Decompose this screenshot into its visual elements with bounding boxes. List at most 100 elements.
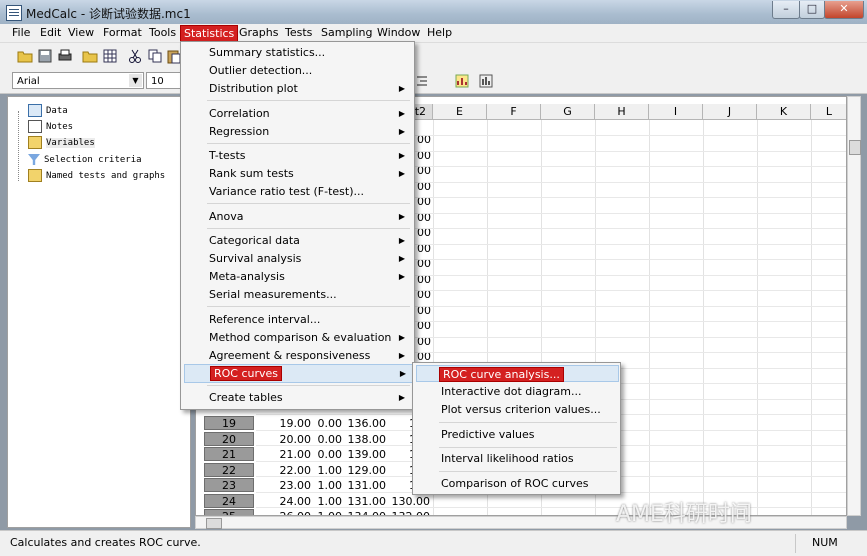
menu-item-rank-sum-tests[interactable]: Rank sum tests ▶ bbox=[184, 165, 411, 182]
menu-item-meta-analysis[interactable]: Meta-analysis ▶ bbox=[184, 268, 411, 285]
scroll-thumb[interactable] bbox=[206, 518, 222, 529]
menu-format[interactable]: Format bbox=[100, 25, 145, 41]
row-header[interactable]: 22 bbox=[204, 462, 254, 477]
open-file-icon[interactable] bbox=[82, 48, 98, 64]
vertical-scrollbar[interactable] bbox=[847, 96, 861, 516]
save-icon[interactable] bbox=[37, 48, 53, 64]
row-header[interactable]: 24 bbox=[204, 493, 254, 508]
table-cell[interactable]: 134.00 bbox=[342, 509, 387, 515]
tree-item-variables[interactable]: Variables bbox=[28, 136, 95, 150]
column-header[interactable]: F bbox=[487, 104, 541, 120]
menu-edit[interactable]: Edit bbox=[37, 25, 64, 41]
menu-item-t-tests[interactable]: T-tests ▶ bbox=[184, 147, 411, 164]
menu-tools[interactable]: Tools bbox=[146, 25, 179, 41]
table-cell[interactable]: 0.00 bbox=[311, 432, 343, 447]
table-cell[interactable]: 1.00 bbox=[311, 478, 343, 493]
row-header[interactable]: 21 bbox=[204, 447, 254, 461]
tree-item-data[interactable]: Data bbox=[28, 104, 68, 118]
tree-item-selection-criteria[interactable]: Selection criteria bbox=[28, 153, 142, 167]
column-header[interactable]: G bbox=[541, 104, 595, 120]
print-icon[interactable] bbox=[57, 48, 73, 64]
table-cell[interactable]: 131.00 bbox=[342, 494, 387, 509]
open-folder-icon[interactable] bbox=[17, 48, 33, 64]
table-cell[interactable]: 19.00 bbox=[261, 416, 312, 431]
standard-toolbar bbox=[0, 43, 867, 70]
table-cell[interactable]: 131.00 bbox=[342, 478, 387, 493]
menu-help[interactable]: Help bbox=[424, 25, 455, 41]
bar-chart-icon[interactable] bbox=[478, 73, 494, 89]
menu-item-categorical-data[interactable]: Categorical data ▶ bbox=[184, 232, 411, 249]
menu-item-outlier-detection[interactable]: Outlier detection... bbox=[184, 62, 411, 79]
menu-item-agreement[interactable]: Agreement & responsiveness ▶ bbox=[184, 347, 411, 364]
menu-item-predictive-values[interactable]: Predictive values bbox=[416, 426, 617, 443]
copy-icon[interactable] bbox=[147, 48, 163, 64]
menu-item-correlation[interactable]: Correlation ▶ bbox=[184, 105, 411, 122]
table-cell[interactable]: 1.00 bbox=[311, 463, 343, 478]
menu-graphs[interactable]: Graphs bbox=[236, 25, 281, 41]
table-cell[interactable]: 1.00 bbox=[311, 494, 343, 509]
menu-tests[interactable]: Tests bbox=[282, 25, 315, 41]
row-header[interactable]: 23 bbox=[204, 478, 254, 492]
table-cell[interactable]: 132.00 bbox=[386, 509, 431, 515]
column-header[interactable]: I bbox=[649, 104, 703, 120]
status-message: Calculates and creates ROC curve. bbox=[10, 536, 201, 549]
submenu-arrow-icon: ▶ bbox=[398, 236, 405, 245]
table-cell[interactable]: 23.00 bbox=[261, 478, 312, 493]
column-header[interactable]: H bbox=[595, 104, 649, 120]
table-cell[interactable]: 20.00 bbox=[261, 432, 312, 447]
font-select[interactable]: Arial ▼ bbox=[12, 72, 144, 89]
menu-item-regression[interactable]: Regression ▶ bbox=[184, 123, 411, 140]
menu-item-anova[interactable]: Anova ▶ bbox=[184, 208, 411, 225]
maximize-button[interactable]: □ bbox=[799, 1, 825, 19]
column-header[interactable]: J bbox=[703, 104, 757, 120]
row-header[interactable]: 20 bbox=[204, 431, 254, 446]
menu-item-reference-interval[interactable]: Reference interval... bbox=[184, 311, 411, 328]
menu-window[interactable]: Window bbox=[374, 25, 423, 41]
menu-item-create-tables[interactable]: Create tables ▶ bbox=[184, 389, 411, 406]
menu-view[interactable]: View bbox=[65, 25, 97, 41]
table-cell[interactable]: 0.00 bbox=[311, 416, 343, 431]
table-cell[interactable]: 138.00 bbox=[342, 432, 387, 447]
window-title: MedCalc - 诊断试验数据.mc1 bbox=[26, 7, 191, 21]
menu-file[interactable]: File bbox=[9, 25, 33, 41]
menu-item-label: Interactive dot diagram... bbox=[441, 385, 582, 398]
menu-sampling[interactable]: Sampling bbox=[318, 25, 376, 41]
tree-item-named-tests[interactable]: Named tests and graphs bbox=[28, 169, 165, 183]
tree-item-notes[interactable]: Notes bbox=[28, 120, 73, 134]
column-header[interactable]: K bbox=[757, 104, 811, 120]
menu-item-summary-statistics[interactable]: Summary statistics... bbox=[184, 44, 411, 61]
menu-item-serial-measurements[interactable]: Serial measurements... bbox=[184, 286, 411, 303]
table-cell[interactable]: 136.00 bbox=[342, 416, 387, 431]
menu-item-roc-curve-analysis[interactable]: ROC curve analysis... bbox=[416, 365, 619, 382]
menu-item-survival-analysis[interactable]: Survival analysis ▶ bbox=[184, 250, 411, 267]
menu-item-label: Outlier detection... bbox=[209, 64, 313, 77]
chart-wizard-icon[interactable] bbox=[454, 73, 470, 89]
table-cell[interactable]: 0.00 bbox=[311, 447, 343, 462]
scroll-thumb[interactable] bbox=[849, 140, 861, 155]
table-cell[interactable]: 26.00 bbox=[261, 509, 312, 515]
menu-item-comparison-of-roc-curves[interactable]: Comparison of ROC curves bbox=[416, 475, 617, 492]
spreadsheet-icon[interactable] bbox=[102, 48, 118, 64]
table-cell[interactable]: 24.00 bbox=[261, 494, 312, 509]
row-header[interactable]: 19 bbox=[204, 416, 254, 430]
menu-item-interactive-dot-diagram[interactable]: Interactive dot diagram... bbox=[416, 383, 617, 400]
table-cell[interactable]: 1.00 bbox=[311, 509, 343, 515]
table-cell[interactable]: 22.00 bbox=[261, 463, 312, 478]
menu-item-interval-likelihood-ratios[interactable]: Interval likelihood ratios bbox=[416, 450, 617, 467]
table-cell[interactable]: 130.00 bbox=[386, 494, 431, 509]
column-header[interactable]: E bbox=[433, 104, 487, 120]
cut-icon[interactable] bbox=[127, 48, 143, 64]
close-button[interactable]: ✕ bbox=[824, 1, 864, 19]
menu-item-variance-ratio-test[interactable]: Variance ratio test (F-test)... bbox=[184, 183, 411, 200]
menu-item-plot-versus-criterion[interactable]: Plot versus criterion values... bbox=[416, 401, 617, 418]
table-cell[interactable]: 21.00 bbox=[261, 447, 312, 462]
align-right-icon[interactable] bbox=[414, 73, 430, 89]
row-header[interactable]: 25 bbox=[204, 509, 254, 515]
menu-item-distribution-plot[interactable]: Distribution plot ▶ bbox=[184, 80, 411, 97]
table-cell[interactable]: 139.00 bbox=[342, 447, 387, 462]
table-cell[interactable]: 129.00 bbox=[342, 463, 387, 478]
menu-item-method-comparison[interactable]: Method comparison & evaluation ▶ bbox=[184, 329, 411, 346]
minimize-button[interactable]: – bbox=[772, 1, 800, 19]
menu-item-roc-curves[interactable]: ROC curves ▶ bbox=[184, 364, 413, 383]
column-header[interactable]: L bbox=[811, 104, 846, 120]
